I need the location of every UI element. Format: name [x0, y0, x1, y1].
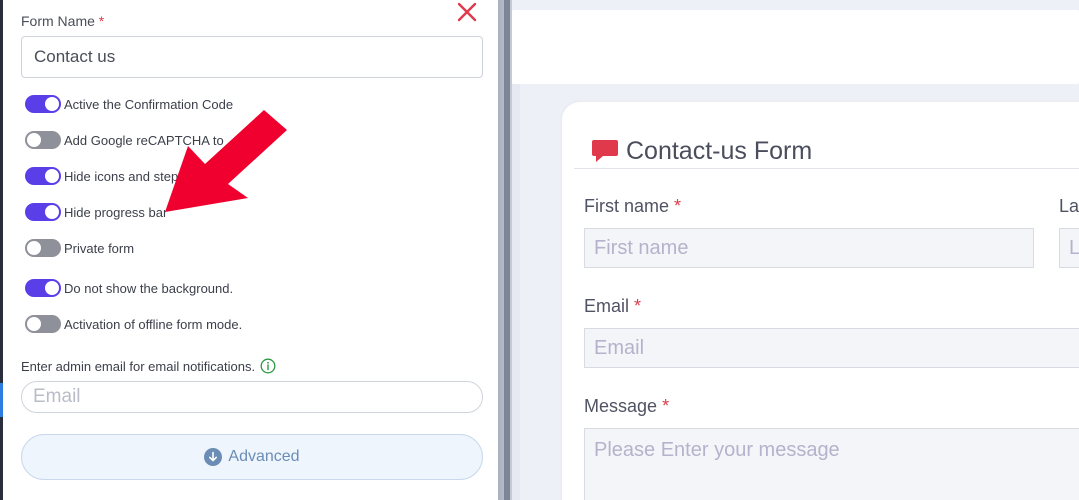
hide-background-toggle[interactable]	[25, 279, 61, 297]
confirmation-code-toggle[interactable]	[25, 95, 61, 113]
advanced-button[interactable]: Advanced	[21, 434, 483, 480]
close-icon[interactable]	[455, 0, 479, 24]
advanced-label: Advanced	[228, 448, 300, 465]
form-settings-panel: Form Name * Active the Confirmation Code…	[3, 0, 498, 500]
last-name-label: La	[1059, 196, 1079, 216]
toggle-row-recaptcha[interactable]: Add Google reCAPTCHA to	[25, 130, 224, 150]
toggle-row-private-form[interactable]: Private form	[25, 238, 134, 258]
last-name-input[interactable]	[1059, 228, 1079, 268]
arrow-down-circle-icon	[204, 448, 223, 466]
offline-mode-toggle[interactable]	[25, 315, 61, 333]
private-form-toggle[interactable]	[25, 239, 61, 257]
toggle-label: Active the Confirmation Code	[64, 96, 234, 112]
chat-bubble-icon	[592, 140, 618, 162]
toggle-label: Do not show the background.	[64, 280, 234, 296]
first-name-input[interactable]	[584, 228, 1034, 268]
toggle-label: Hide progress bar	[64, 204, 168, 220]
toggle-row-offline-mode[interactable]: Activation of offline form mode.	[25, 314, 242, 334]
admin-email-label: Enter admin email for email notification…	[21, 358, 276, 374]
email-label: Email *	[584, 296, 642, 316]
preview-side-strip	[512, 84, 520, 500]
email-input[interactable]	[584, 328, 1079, 368]
toggle-label: Activation of offline form mode.	[64, 316, 243, 332]
title-divider	[574, 168, 1079, 169]
toggle-label: Private form	[64, 240, 135, 256]
panel-divider	[498, 0, 512, 500]
hide-progress-bar-toggle[interactable]	[25, 203, 61, 221]
message-label: Message *	[584, 396, 670, 416]
admin-email-input[interactable]	[21, 381, 483, 413]
message-textarea[interactable]	[584, 428, 1079, 500]
toggle-row-hide-progress-bar[interactable]: Hide progress bar	[25, 202, 167, 222]
recaptcha-toggle[interactable]	[25, 131, 61, 149]
toggle-row-hide-background[interactable]: Do not show the background.	[25, 278, 233, 298]
required-mark: *	[98, 13, 105, 29]
form-title: Contact-us Form	[626, 137, 813, 165]
toggle-label: Add Google reCAPTCHA to	[64, 132, 224, 148]
hide-icons-toggle[interactable]	[25, 167, 61, 185]
form-name-label: Form Name *	[21, 13, 105, 29]
info-icon[interactable]	[260, 358, 276, 374]
preview-top-bar	[512, 10, 1079, 84]
toggle-row-hide-icons[interactable]: Hide icons and step	[25, 166, 178, 186]
toggle-label: Hide icons and step	[64, 168, 179, 184]
first-name-label: First name *	[584, 196, 682, 216]
form-name-input[interactable]	[21, 36, 483, 78]
toggle-row-confirmation-code[interactable]: Active the Confirmation Code	[25, 94, 233, 114]
